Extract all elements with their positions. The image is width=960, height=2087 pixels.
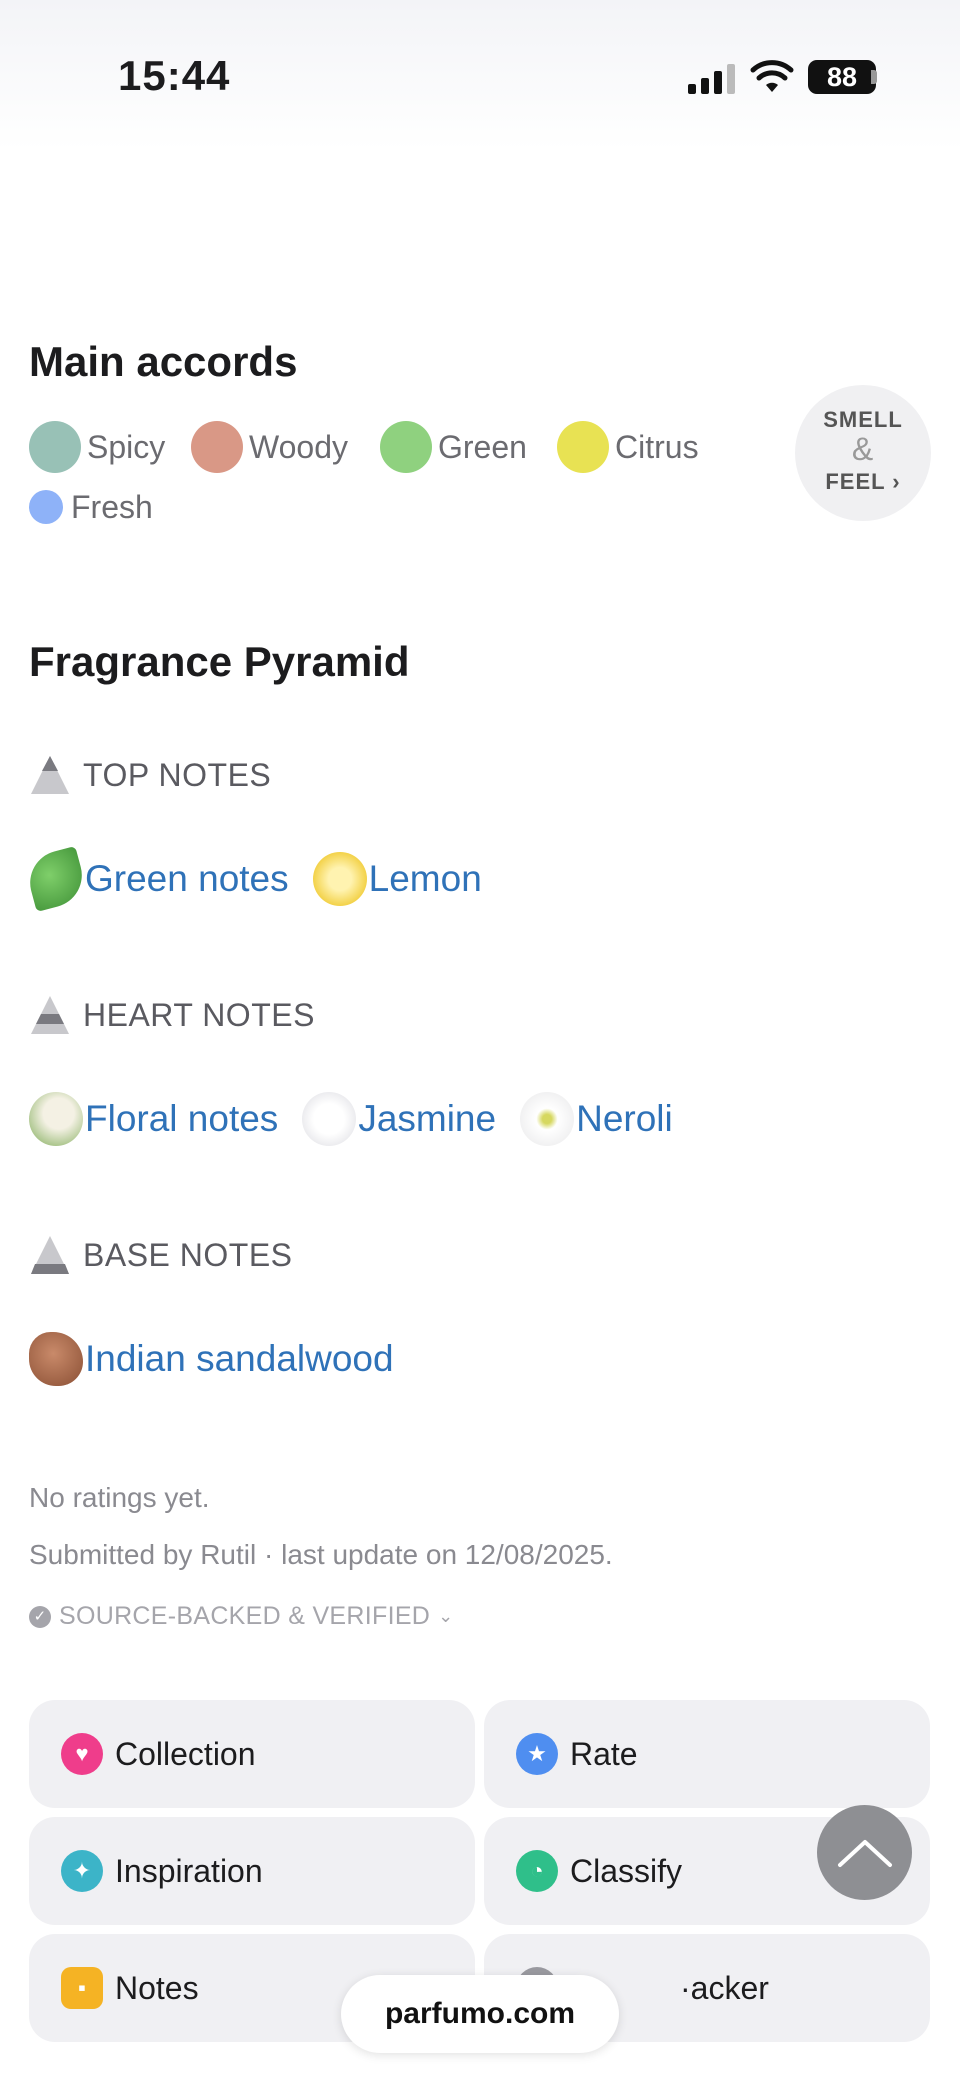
accord-label: Citrus bbox=[615, 428, 699, 465]
note-name: Indian sandalwood bbox=[85, 1338, 394, 1379]
top-notes-label: TOP NOTES bbox=[83, 756, 272, 793]
accord-woody[interactable]: Woody bbox=[191, 420, 348, 474]
status-time: 15:44 bbox=[118, 52, 231, 99]
wifi-icon bbox=[750, 60, 794, 92]
accord-spicy[interactable]: Spicy bbox=[29, 420, 165, 474]
accord-green[interactable]: Green bbox=[380, 420, 527, 474]
inspiration-button[interactable]: ✦ Inspiration bbox=[29, 1817, 475, 1925]
accord-color-dot bbox=[191, 421, 243, 473]
smell-feel-line2: FEEL › bbox=[825, 469, 901, 494]
verified-toggle[interactable]: ✓ SOURCE-BACKED & VERIFIED ⌄ bbox=[29, 1602, 454, 1631]
collection-button[interactable]: ♥ Collection bbox=[29, 1700, 475, 1808]
sparkle-icon: ✦ bbox=[61, 1850, 103, 1892]
note-floral-notes[interactable]: Floral notes bbox=[29, 1092, 278, 1146]
accord-color-dot bbox=[380, 421, 432, 473]
note-name: Jasmine bbox=[358, 1098, 497, 1139]
flower-bud-icon bbox=[29, 1092, 83, 1146]
rate-button[interactable]: ★ Rate bbox=[484, 1700, 930, 1808]
pyramid-top-icon bbox=[31, 756, 69, 794]
note-name: Green notes bbox=[85, 858, 289, 899]
accord-label: Green bbox=[438, 428, 527, 465]
note-green-notes[interactable]: Green notes bbox=[22, 845, 289, 913]
pyramid-heart-icon bbox=[31, 996, 69, 1034]
note-neroli[interactable]: Neroli bbox=[520, 1092, 673, 1146]
main-accords-title: Main accords bbox=[29, 338, 298, 385]
pie-icon: ◔ bbox=[516, 1850, 558, 1892]
button-label: Rate bbox=[570, 1735, 638, 1772]
heart-notes-header: HEART NOTES bbox=[29, 994, 315, 1036]
button-label: Notes bbox=[115, 1969, 199, 2006]
site-domain-pill[interactable]: parfumo.com bbox=[341, 1975, 619, 2053]
check-circle-icon: ✓ bbox=[29, 1605, 51, 1628]
submitted-text: Submitted by Rutil · last update on 12/0… bbox=[29, 1539, 613, 1570]
smell-feel-button[interactable]: SMELL & FEEL › bbox=[795, 385, 931, 521]
neroli-icon bbox=[520, 1092, 575, 1146]
accord-label: Fresh bbox=[71, 488, 153, 525]
note-name: Lemon bbox=[368, 858, 482, 899]
accord-label: Woody bbox=[249, 428, 349, 465]
note-name: Floral notes bbox=[85, 1098, 279, 1139]
leaf-icon bbox=[22, 845, 90, 913]
heart-icon: ♥ bbox=[61, 1733, 103, 1775]
top-notes-header: TOP NOTES bbox=[29, 754, 271, 796]
pyramid-base-icon bbox=[31, 1236, 69, 1274]
star-icon: ★ bbox=[516, 1733, 558, 1775]
button-label: Collection bbox=[115, 1735, 256, 1772]
note-icon: ▪ bbox=[61, 1967, 103, 2009]
accord-fresh[interactable]: Fresh bbox=[29, 480, 153, 534]
ratings-text: No ratings yet. bbox=[29, 1482, 210, 1513]
verified-label: SOURCE-BACKED & VERIFIED bbox=[59, 1602, 431, 1630]
smell-feel-amp: & bbox=[851, 431, 875, 467]
button-label: Inspiration bbox=[115, 1852, 263, 1889]
wood-icon bbox=[29, 1332, 83, 1386]
base-notes-list: Indian sandalwood bbox=[29, 1332, 418, 1386]
chevron-up-icon bbox=[837, 1839, 892, 1867]
accord-label: Spicy bbox=[87, 428, 166, 465]
note-name: Neroli bbox=[576, 1098, 673, 1139]
button-label: ·acker bbox=[680, 1969, 769, 2006]
accord-color-dot bbox=[29, 490, 63, 524]
lemon-icon bbox=[312, 852, 367, 906]
base-notes-header: BASE NOTES bbox=[29, 1234, 293, 1276]
smell-feel-line1: SMELL bbox=[823, 407, 903, 432]
heart-notes-list: Floral notes Jasmine Neroli bbox=[29, 1092, 697, 1146]
battery-cap bbox=[871, 70, 877, 84]
accord-color-dot bbox=[557, 421, 609, 473]
button-label: Classify bbox=[570, 1852, 683, 1889]
status-bar: 15:44 88 bbox=[0, 0, 960, 150]
heart-notes-label: HEART NOTES bbox=[83, 996, 315, 1033]
jasmine-icon bbox=[302, 1092, 357, 1146]
note-jasmine[interactable]: Jasmine bbox=[302, 1092, 496, 1146]
chevron-down-icon: ⌄ bbox=[438, 1606, 454, 1626]
base-notes-label: BASE NOTES bbox=[83, 1236, 293, 1273]
note-indian-sandalwood[interactable]: Indian sandalwood bbox=[29, 1332, 394, 1386]
top-notes-list: Green notes Lemon bbox=[22, 845, 506, 913]
pyramid-title: Fragrance Pyramid bbox=[29, 638, 410, 685]
accord-citrus[interactable]: Citrus bbox=[557, 420, 699, 474]
cellular-signal-icon bbox=[688, 64, 736, 94]
battery-icon: 88 bbox=[808, 60, 876, 94]
note-lemon[interactable]: Lemon bbox=[312, 852, 482, 906]
scroll-to-top-button[interactable] bbox=[817, 1805, 912, 1900]
accord-color-dot bbox=[29, 421, 81, 473]
